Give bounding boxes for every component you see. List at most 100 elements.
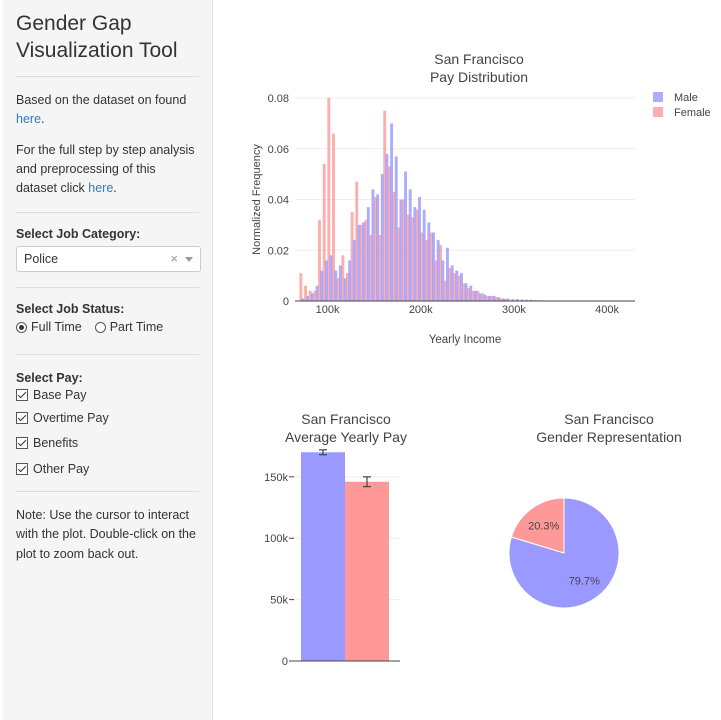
histogram-bar-male xyxy=(455,270,459,301)
avg-pay-y-tick-label: 50k xyxy=(270,595,288,607)
radio-part-time-label[interactable]: Part Time xyxy=(110,320,164,334)
histogram-bar-male xyxy=(492,295,496,301)
job-category-value: Police xyxy=(24,252,59,266)
histogram-bar-male xyxy=(338,265,342,301)
histogram-bar-male xyxy=(366,207,370,301)
histogram-x-tick-label: 200k xyxy=(409,304,433,316)
histogram-chart[interactable]: 0 0.02 0.04 0.06 0.08 100k 200k 300k 400k Yearly … xyxy=(214,0,721,360)
histogram-bar-male xyxy=(427,222,431,301)
analysis-paragraph: For the full step by step analysis and p… xyxy=(16,143,195,195)
histogram-bar-male xyxy=(422,209,426,301)
histogram-bar-male xyxy=(334,270,338,301)
histogram-y-tick-label: 0.06 xyxy=(268,144,289,156)
app-title-line1: Gender Gap xyxy=(16,12,132,35)
histogram-y-tick-label: 0 xyxy=(283,296,289,308)
histogram-bar-male xyxy=(473,290,477,301)
checkbox-row-other-pay[interactable]: Other Pay xyxy=(16,456,199,482)
histogram-bar-male xyxy=(310,293,314,301)
avg-pay-y-tick-label: 100k xyxy=(264,533,288,545)
histogram-bar-male xyxy=(469,285,473,301)
divider xyxy=(16,490,199,492)
job-status-radio-group: Full Time Part Time xyxy=(16,320,199,334)
histogram-y-tick-label: 0.08 xyxy=(268,93,289,105)
checkbox-base-pay-label[interactable]: Base Pay xyxy=(33,388,87,402)
checkbox-row-benefits[interactable]: Benefits xyxy=(16,431,199,457)
histogram-bar-male xyxy=(320,270,324,301)
legend-label-female: Female xyxy=(674,107,711,119)
histogram-bar-female xyxy=(299,273,303,301)
legend-label-male: Male xyxy=(674,92,698,104)
histogram-bar-male xyxy=(306,295,310,301)
checkbox-other-pay-label[interactable]: Other Pay xyxy=(33,462,89,476)
avg-pay-y-tick-label: 0 xyxy=(282,656,288,668)
histogram-bar-male xyxy=(394,156,398,301)
checkbox-benefits[interactable] xyxy=(16,437,28,450)
histogram-bar-male xyxy=(376,194,380,301)
pay-label: Select Pay: xyxy=(16,371,83,385)
chevron-down-icon[interactable] xyxy=(185,257,193,262)
histogram-bar-male xyxy=(464,283,468,301)
radio-full-time-label[interactable]: Full Time xyxy=(31,320,82,334)
divider xyxy=(16,354,199,355)
intro-text: Based on the dataset on found xyxy=(16,93,187,107)
histogram-y-tick-label: 0.02 xyxy=(268,245,289,257)
histogram-bar-male xyxy=(362,222,366,301)
histogram-bar-male xyxy=(418,196,421,301)
avg-pay-chart[interactable]: 0 50k 100k 150k xyxy=(214,400,444,700)
legend-swatch-male xyxy=(653,92,663,102)
job-status-label: Select Job Status: xyxy=(16,302,125,316)
histogram-bar-male xyxy=(348,260,352,301)
divider xyxy=(16,76,199,77)
job-category-label: Select Job Category: xyxy=(16,227,141,241)
pie-slice-label: 20.3% xyxy=(528,521,559,533)
divider xyxy=(16,212,199,213)
histogram-y-tick-label: 0.04 xyxy=(268,195,289,207)
clear-icon[interactable]: × xyxy=(170,247,178,271)
intro-paragraph: Based on the dataset on found here. xyxy=(16,93,187,126)
checkbox-row-base-pay[interactable]: Base Pay xyxy=(16,385,199,405)
histogram-bar-male xyxy=(408,189,412,301)
histogram-bar-male xyxy=(478,293,482,301)
app-title: Gender Gap Visualization Tool xyxy=(16,10,199,64)
radio-full-time[interactable] xyxy=(16,321,27,333)
histogram-bar-male xyxy=(399,199,403,301)
checkbox-other-pay[interactable] xyxy=(16,462,28,475)
sidebar: Gender Gap Visualization Tool Based on t… xyxy=(3,0,213,720)
dataset-link[interactable]: here xyxy=(16,112,41,126)
histogram-bar-male xyxy=(357,224,361,301)
legend-swatch-female xyxy=(653,107,663,117)
app-title-line2: Visualization Tool xyxy=(16,39,178,62)
job-category-select[interactable]: Police × xyxy=(16,246,201,272)
checkbox-overtime-pay-label[interactable]: Overtime Pay xyxy=(33,411,109,425)
histogram-x-tick-label: 300k xyxy=(502,304,526,316)
representation-title-line1: San Francisco xyxy=(564,411,654,427)
checkbox-row-overtime-pay[interactable]: Overtime Pay xyxy=(16,405,199,431)
radio-part-time[interactable] xyxy=(94,321,106,333)
histogram-bar-male xyxy=(483,294,487,301)
histogram-bar-male xyxy=(380,174,384,301)
histogram-bar-male xyxy=(324,260,328,301)
histogram-bar-male xyxy=(343,278,347,301)
divider xyxy=(16,287,199,288)
checkbox-base-pay[interactable] xyxy=(16,389,28,401)
histogram-bar-male xyxy=(371,189,375,301)
main-panel: San Francisco Pay Distribution 0 0.02 0.04… xyxy=(214,0,721,720)
histogram-bar-male xyxy=(441,260,445,301)
histogram-bar-male xyxy=(329,255,333,301)
histogram-x-axis-label: Yearly Income xyxy=(429,334,501,346)
representation-pie-chart[interactable]: 79.7% 20.3% xyxy=(471,440,721,700)
histogram-bar-male xyxy=(390,123,394,301)
histogram-y-axis-label: Normalized Frequency xyxy=(251,144,263,255)
histogram-bar-male xyxy=(450,265,454,301)
histogram-bar-male xyxy=(436,240,440,301)
avg-pay-bar-male xyxy=(301,452,345,661)
histogram-bar-male xyxy=(497,297,501,301)
checkbox-benefits-label[interactable]: Benefits xyxy=(33,436,78,450)
note-text: Note: Use the cursor to interact with th… xyxy=(16,507,196,561)
histogram-x-tick-label: 400k xyxy=(595,304,619,316)
checkbox-overtime-pay[interactable] xyxy=(16,411,28,424)
histogram-bar-male xyxy=(404,171,407,301)
avg-pay-bar-female xyxy=(345,481,389,661)
pie-slice-label: 79.7% xyxy=(569,575,600,587)
analysis-link[interactable]: here xyxy=(88,181,113,195)
